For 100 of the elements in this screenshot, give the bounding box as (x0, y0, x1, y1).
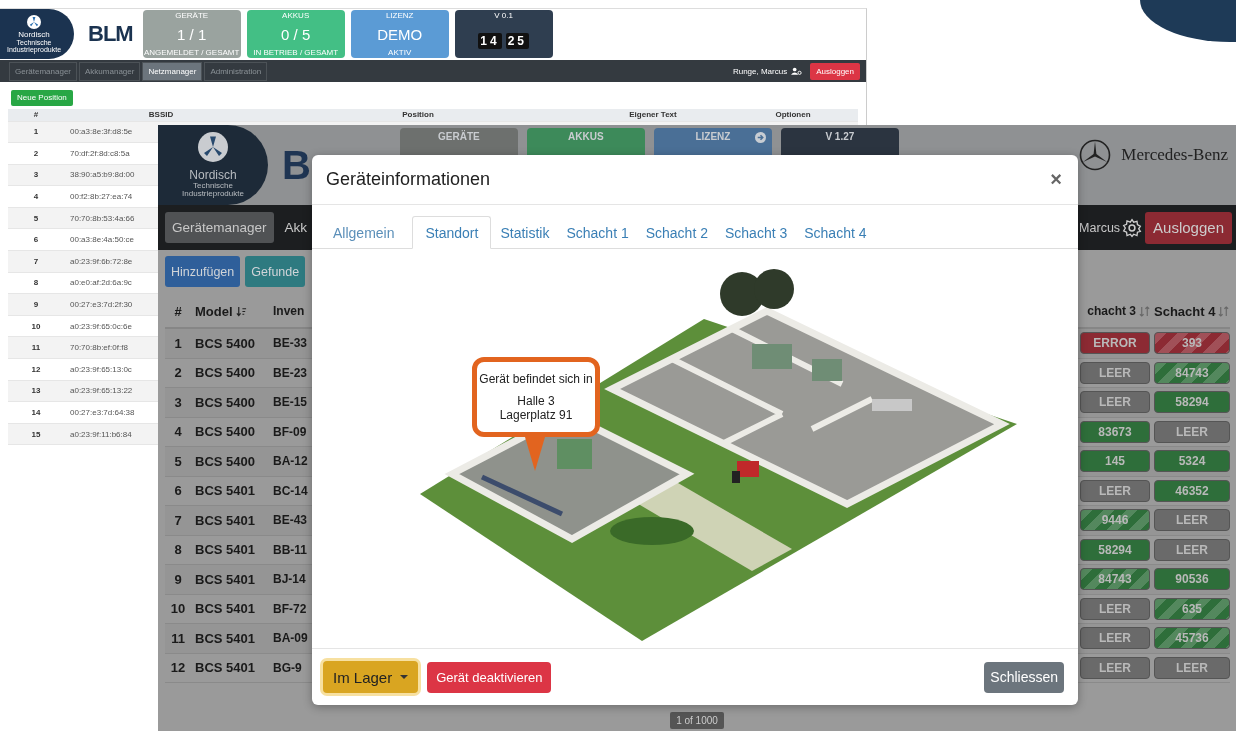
slot-status-badge[interactable]: LEER (1080, 597, 1150, 620)
slot-status-badge[interactable]: 393 (1154, 332, 1230, 355)
table-cell-text: BCS 5401 (195, 512, 256, 528)
slot-status-badge[interactable]: LEER (1154, 656, 1230, 679)
tab[interactable]: Schacht 2 (637, 216, 716, 249)
table-cell-text: BCS 5401 (195, 483, 256, 499)
table-cell: 70:70:8b:53:4a:66 (70, 213, 135, 223)
slot-status-badge[interactable]: 9446 (1080, 509, 1150, 532)
callout-text: Lagerplatz 91 (499, 408, 573, 422)
tab[interactable]: Statistik (492, 216, 558, 249)
slot-status-badge[interactable]: 58294 (1080, 538, 1150, 561)
slot-status-badge[interactable]: ERROR (1080, 332, 1150, 355)
table-cell: BB-11 (273, 542, 307, 557)
table-cell: 8 (33, 278, 39, 288)
caret-icon (400, 675, 409, 679)
table-cell: 00:a3:8e:3f:d8:5e (70, 127, 133, 137)
table-cell: 00:27:e3:7d:2f:30 (70, 300, 133, 310)
tab[interactable]: Schacht 3 (716, 216, 796, 249)
page-indicator: 1 of 1000 (670, 712, 724, 729)
table-cell: 00:27:e3:7d:64:38 (70, 408, 135, 417)
column-header[interactable]: # (165, 303, 191, 319)
slot-status-badge[interactable]: 5324 (1154, 450, 1230, 473)
slot-status-badge[interactable]: LEER (1154, 509, 1230, 532)
tab[interactable]: Schacht 1 (558, 216, 637, 249)
slot-status-badge[interactable]: 83673 (1080, 420, 1150, 443)
tile-value: 0 / 5 (281, 25, 311, 43)
slot-status-badge[interactable]: LEER (1080, 627, 1150, 650)
slot-status-badge[interactable]: LEER (1080, 656, 1150, 679)
table-cell: 70:70:8b:ef:0f:f8 (70, 343, 128, 353)
close-button[interactable]: × (1048, 168, 1064, 191)
slot-status-badge[interactable]: 58294 (1154, 391, 1230, 414)
slot-status-badge[interactable]: LEER (1080, 479, 1150, 502)
slot-status-badge[interactable]: LEER (1080, 361, 1150, 384)
table-cell-text: 11 (170, 630, 186, 646)
tab[interactable]: Schacht 4 (796, 216, 875, 249)
column-header[interactable]: Schacht 4 (1154, 303, 1230, 319)
slot-status-badge[interactable]: LEER (1154, 538, 1230, 561)
tab[interactable]: Standort (412, 216, 492, 249)
slot-status-badge[interactable]: LEER (1154, 420, 1230, 443)
toolbar-button[interactable]: Hinzufügen (165, 256, 241, 287)
star-logo-icon (1079, 139, 1112, 171)
slot-status-badge[interactable]: 45736 (1154, 627, 1230, 650)
tab[interactable]: Allgemein (318, 216, 404, 249)
brand-tagline: Technische Industrieprodukte (181, 182, 245, 198)
column-header[interactable]: chacht 3 (1080, 304, 1150, 318)
nav-tab[interactable]: Gerätemanager (9, 61, 78, 81)
table-cell: 11 (31, 343, 41, 353)
tile-value: DEMO (377, 25, 423, 43)
new-position-button[interactable]: Neue Position (11, 89, 73, 106)
table-cell-text: 10 (169, 601, 187, 617)
tile-title: AKKUS (282, 11, 310, 20)
table-cell: a0:23:9f:6b:72:8e (70, 256, 133, 266)
tile-title: GERÄTE (175, 11, 209, 20)
table-cell: BF-72 (273, 601, 307, 616)
nav-tab[interactable]: Gerätemanager (165, 212, 274, 243)
column-header: Position (402, 110, 434, 119)
arrow-circle-icon[interactable] (754, 132, 766, 143)
brand-name: Nordisch (18, 30, 50, 39)
settings-icon[interactable] (1122, 217, 1143, 238)
column-header[interactable]: Model (195, 303, 269, 319)
clock-digits: 25 (505, 33, 529, 49)
partner-logo: Mercedes-Benz (1121, 145, 1228, 165)
table-cell: 15 (31, 429, 41, 439)
close-button[interactable]: Schliessen (984, 661, 1064, 693)
table-cell: BE-23 (273, 365, 307, 380)
tile-title: GERÄTE (438, 131, 480, 142)
nav-tab[interactable]: Administration (204, 61, 268, 81)
sort-icon[interactable] (235, 305, 247, 317)
dialog-title: Geräteinformationen (326, 169, 492, 190)
table-cell: BE-43 (273, 513, 307, 528)
nav-tab[interactable]: Akkumanager (79, 61, 141, 81)
nav-tab[interactable]: Akk (277, 212, 315, 243)
nav-tab[interactable]: Netzmanager (142, 61, 203, 81)
logout-button[interactable]: Ausloggen (810, 62, 860, 80)
slot-status-badge[interactable]: 84743 (1154, 361, 1230, 384)
slot-status-badge[interactable]: 635 (1154, 597, 1230, 620)
slot-status-badge[interactable]: 145 (1080, 450, 1150, 473)
table-cell-text: BCS 5400 (195, 394, 256, 410)
toolbar-button[interactable]: Gefunde (245, 256, 306, 287)
column-header: Optionen (775, 110, 811, 119)
slot-status-badge[interactable]: LEER (1080, 391, 1150, 414)
table-cell-text: 7 (173, 512, 183, 528)
user-settings-icon[interactable] (791, 67, 803, 75)
logout-button[interactable]: Ausloggen (1145, 211, 1232, 244)
clock-digits: 14 (478, 33, 502, 49)
table-cell-text: BCS 5400 (195, 365, 256, 381)
callout-text: Halle 3 (517, 394, 555, 408)
status-dropdown[interactable]: Im Lager (323, 661, 419, 693)
table-cell: 1 (33, 127, 39, 137)
table-cell-text: BCS 5401 (195, 571, 256, 587)
slot-status-badge[interactable]: 84743 (1080, 568, 1150, 591)
table-cell: a0:23:9f:65:13:0c (70, 364, 132, 374)
slot-status-badge[interactable]: 46352 (1154, 479, 1230, 502)
table-cell: 7 (33, 256, 39, 266)
table-cell: 00:f2:8b:27:ea:74 (70, 192, 133, 202)
table-cell: 5 (33, 213, 39, 223)
slot-status-badge[interactable]: 90536 (1154, 568, 1230, 591)
tile-caption: IN BETRIEB / GESAMT (253, 48, 339, 57)
deactivate-button[interactable]: Gerät deaktivieren (427, 661, 552, 693)
table-cell: 4 (33, 192, 39, 202)
